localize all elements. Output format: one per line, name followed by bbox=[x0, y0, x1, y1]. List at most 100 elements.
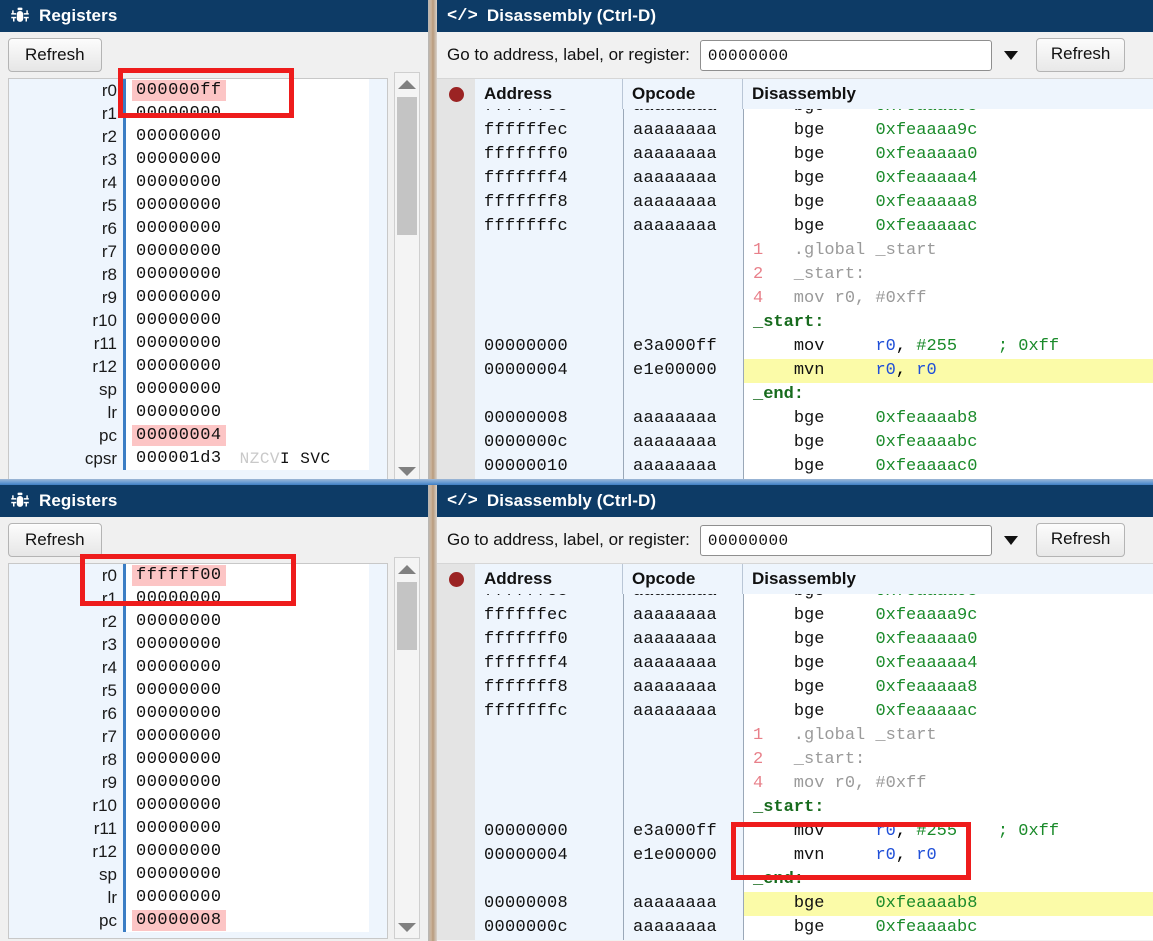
disassembly-row[interactable]: 4 mov r0, #0xff bbox=[437, 287, 1153, 311]
breakpoint-gutter[interactable] bbox=[437, 772, 475, 796]
disassembly-row[interactable]: ffffffe8aaaaaaaa bge 0xfeaaaa98 bbox=[437, 109, 1153, 119]
disassembly-row[interactable]: 00000008 aaaaaaaa bge 0xfeaaaab8 bbox=[437, 892, 1153, 916]
vertical-splitter-bottom[interactable] bbox=[428, 485, 437, 941]
breakpoint-gutter[interactable] bbox=[437, 796, 475, 820]
register-row[interactable]: r5 00000000 bbox=[9, 194, 387, 217]
register-row[interactable]: r6 00000000 bbox=[9, 702, 387, 725]
disassembly-row[interactable]: ffffffec aaaaaaaa bge 0xfeaaaa9c bbox=[437, 119, 1153, 143]
breakpoint-gutter[interactable] bbox=[437, 604, 475, 628]
register-value-cell[interactable]: 00000000 bbox=[126, 748, 369, 771]
register-row[interactable]: r3 00000000 bbox=[9, 148, 387, 171]
register-row[interactable]: r0 000000ff bbox=[9, 79, 387, 102]
goto-dropdown-button-bottom[interactable] bbox=[992, 525, 1030, 556]
breakpoint-gutter[interactable] bbox=[437, 407, 475, 431]
breakpoint-gutter[interactable] bbox=[437, 143, 475, 167]
register-row[interactable]: r2 00000000 bbox=[9, 125, 387, 148]
register-row[interactable]: r12 00000000 bbox=[9, 840, 387, 863]
register-value-cell[interactable]: 00000000 bbox=[126, 794, 369, 817]
disassembly-row[interactable]: _end: bbox=[437, 383, 1153, 407]
registers-scrollbar-top[interactable] bbox=[394, 72, 420, 483]
disassembly-row[interactable]: fffffff8 aaaaaaaa bge 0xfeaaaaa8 bbox=[437, 191, 1153, 215]
register-value-cell[interactable]: 00000008 bbox=[126, 909, 369, 932]
breakpoint-gutter[interactable] bbox=[437, 628, 475, 652]
refresh-button-disassembly-top[interactable]: Refresh bbox=[1035, 38, 1126, 72]
register-value-cell[interactable]: 00000000 bbox=[126, 817, 369, 840]
breakpoint-gutter[interactable] bbox=[437, 431, 475, 455]
disassembly-row[interactable]: ffffffec aaaaaaaa bge 0xfeaaaa9c bbox=[437, 604, 1153, 628]
register-value-cell[interactable]: 00000000 bbox=[126, 702, 369, 725]
breakpoint-gutter[interactable] bbox=[437, 167, 475, 191]
register-value-cell[interactable]: 00000000 bbox=[126, 679, 369, 702]
register-value-cell[interactable]: 00000000 bbox=[126, 401, 369, 424]
breakpoint-column-header-bottom[interactable] bbox=[437, 564, 475, 594]
disassembly-row[interactable]: 00000010 aaaaaaaa bge 0xfeaaaac0 bbox=[437, 455, 1153, 479]
disassembly-row[interactable]: 2 _start: bbox=[437, 263, 1153, 287]
scroll-up-arrow-icon[interactable] bbox=[395, 558, 419, 580]
column-header-address-top[interactable]: Address bbox=[475, 79, 623, 109]
column-header-disassembly-bottom[interactable]: Disassembly bbox=[743, 564, 1153, 594]
disassembly-row[interactable]: 00000000 e3a000ff mov r0, #255 ; 0xff bbox=[437, 820, 1153, 844]
register-value-cell[interactable]: 00000000 bbox=[126, 171, 369, 194]
register-row[interactable]: r8 00000000 bbox=[9, 263, 387, 286]
register-value-cell[interactable]: 00000000 bbox=[126, 332, 369, 355]
register-row[interactable]: r11 00000000 bbox=[9, 332, 387, 355]
column-header-disassembly-top[interactable]: Disassembly bbox=[743, 79, 1153, 109]
register-value-cell[interactable]: 00000000 bbox=[126, 148, 369, 171]
register-row[interactable]: pc 00000008 bbox=[9, 909, 387, 932]
breakpoint-gutter[interactable] bbox=[437, 700, 475, 724]
disassembly-row[interactable]: 0000000c aaaaaaaa bge 0xfeaaaabc bbox=[437, 916, 1153, 940]
disassembly-row[interactable]: fffffff0 aaaaaaaa bge 0xfeaaaaa0 bbox=[437, 628, 1153, 652]
breakpoint-gutter[interactable] bbox=[437, 335, 475, 359]
register-value-cell[interactable]: 00000000 bbox=[126, 378, 369, 401]
register-row[interactable]: r3 00000000 bbox=[9, 633, 387, 656]
register-row[interactable]: r6 00000000 bbox=[9, 217, 387, 240]
register-value-cell[interactable]: 000001d3 NZCVI SVC bbox=[126, 447, 369, 470]
breakpoint-gutter[interactable] bbox=[437, 109, 475, 119]
register-row[interactable]: r9 00000000 bbox=[9, 286, 387, 309]
registers-scrollbar-bottom[interactable] bbox=[394, 557, 420, 939]
register-value-cell[interactable]: 00000000 bbox=[126, 102, 369, 125]
register-value-cell[interactable]: 00000000 bbox=[126, 656, 369, 679]
register-value-cell[interactable]: 00000000 bbox=[126, 309, 369, 332]
breakpoint-gutter[interactable] bbox=[437, 844, 475, 868]
register-value-cell[interactable]: 00000000 bbox=[126, 840, 369, 863]
goto-address-input-top[interactable]: 00000000 bbox=[699, 39, 992, 71]
disassembly-row[interactable]: _start: bbox=[437, 311, 1153, 335]
register-row[interactable]: r8 00000000 bbox=[9, 748, 387, 771]
register-row[interactable]: r4 00000000 bbox=[9, 171, 387, 194]
disassembly-row[interactable]: 0000000c aaaaaaaa bge 0xfeaaaabc bbox=[437, 431, 1153, 455]
register-value-cell[interactable]: 00000000 bbox=[126, 886, 369, 909]
register-row[interactable]: r10 00000000 bbox=[9, 794, 387, 817]
register-value-cell[interactable]: 00000000 bbox=[126, 125, 369, 148]
register-row[interactable]: r1 00000000 bbox=[9, 587, 387, 610]
disassembly-row[interactable]: 00000004 e1e00000 mvn r0, r0 bbox=[437, 359, 1153, 383]
disassembly-rows-top[interactable]: ffffffe8aaaaaaaa bge 0xfeaaaa98ffffffeca… bbox=[437, 109, 1153, 485]
register-value-cell[interactable]: 00000000 bbox=[126, 725, 369, 748]
breakpoint-gutter[interactable] bbox=[437, 215, 475, 239]
disassembly-row[interactable]: fffffffc aaaaaaaa bge 0xfeaaaaac bbox=[437, 215, 1153, 239]
register-row[interactable]: r0 ffffff00 bbox=[9, 564, 387, 587]
breakpoint-gutter[interactable] bbox=[437, 652, 475, 676]
register-value-cell[interactable]: 00000000 bbox=[126, 633, 369, 656]
disassembly-row[interactable]: fffffff4 aaaaaaaa bge 0xfeaaaaa4 bbox=[437, 652, 1153, 676]
refresh-button-registers-top[interactable]: Refresh bbox=[8, 38, 102, 72]
scrollbar-thumb[interactable] bbox=[397, 97, 417, 235]
register-row[interactable]: r7 00000000 bbox=[9, 725, 387, 748]
register-value-cell[interactable]: ffffff00 bbox=[126, 564, 369, 587]
disassembly-row[interactable]: 1 .global _start bbox=[437, 239, 1153, 263]
disassembly-row[interactable]: _start: bbox=[437, 796, 1153, 820]
breakpoint-gutter[interactable] bbox=[437, 239, 475, 263]
disassembly-row[interactable]: fffffff8 aaaaaaaa bge 0xfeaaaaa8 bbox=[437, 676, 1153, 700]
disassembly-row[interactable]: fffffff4 aaaaaaaa bge 0xfeaaaaa4 bbox=[437, 167, 1153, 191]
disassembly-row[interactable]: 4 mov r0, #0xff bbox=[437, 772, 1153, 796]
breakpoint-gutter[interactable] bbox=[437, 311, 475, 335]
disassembly-row[interactable]: 00000004 e1e00000 mvn r0, r0 bbox=[437, 844, 1153, 868]
breakpoint-gutter[interactable] bbox=[437, 263, 475, 287]
disassembly-row[interactable]: 00000008 aaaaaaaa bge 0xfeaaaab8 bbox=[437, 407, 1153, 431]
disassembly-row[interactable]: 2 _start: bbox=[437, 748, 1153, 772]
register-value-cell[interactable]: 00000000 bbox=[126, 217, 369, 240]
register-value-cell[interactable]: 00000004 bbox=[126, 424, 369, 447]
goto-address-input-bottom[interactable]: 00000000 bbox=[699, 524, 992, 556]
refresh-button-disassembly-bottom[interactable]: Refresh bbox=[1035, 523, 1126, 557]
register-row[interactable]: r5 00000000 bbox=[9, 679, 387, 702]
